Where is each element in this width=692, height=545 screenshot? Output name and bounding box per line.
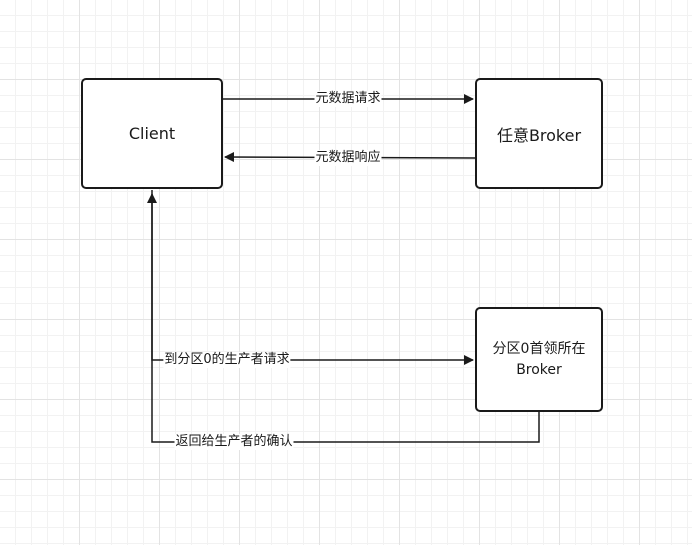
produce-request-label: 到分区0的生产者请求 bbox=[163, 352, 291, 368]
any-broker-node: 任意Broker bbox=[475, 78, 603, 189]
metadata-request-label: 元数据请求 bbox=[314, 91, 382, 107]
leader-broker-node: 分区0首领所在 Broker bbox=[475, 307, 603, 412]
client-label: Client bbox=[128, 124, 176, 143]
client-node: Client bbox=[81, 78, 223, 189]
produce-request-arrow bbox=[151, 190, 474, 365]
metadata-response-label: 元数据响应 bbox=[314, 150, 382, 166]
ack-label: 返回给生产者的确认 bbox=[174, 434, 294, 450]
leader-broker-label: 分区0首领所在 Broker bbox=[492, 340, 586, 378]
any-broker-label: 任意Broker bbox=[496, 125, 582, 145]
